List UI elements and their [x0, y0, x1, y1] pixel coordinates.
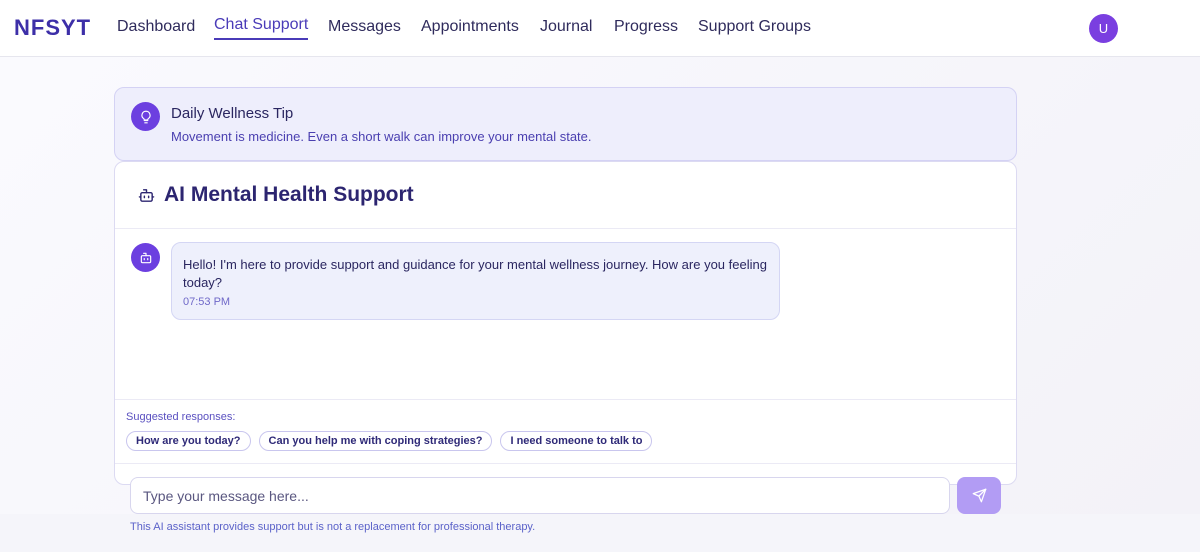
top-navigation: NFSYT Dashboard Chat Support Messages Ap…	[0, 0, 1200, 57]
app-logo[interactable]: NFSYT	[14, 15, 91, 41]
send-icon	[972, 488, 987, 503]
suggested-responses: Suggested responses: How are you today? …	[115, 399, 1016, 464]
robot-icon	[138, 187, 155, 209]
chat-panel: AI Mental Health Support Hello! I'm here…	[114, 161, 1017, 485]
message-timestamp: 07:53 PM	[183, 296, 231, 308]
chat-header: AI Mental Health Support	[115, 162, 1016, 229]
nav-progress[interactable]: Progress	[614, 18, 678, 40]
send-button[interactable]	[957, 477, 1001, 514]
daily-wellness-tip-card: Daily Wellness Tip Movement is medicine.…	[114, 87, 1017, 161]
message-text: Hello! I'm here to provide support and g…	[183, 257, 767, 290]
suggestion-chip[interactable]: Can you help me with coping strategies?	[258, 431, 493, 451]
user-avatar[interactable]: U	[1089, 14, 1118, 43]
nav-journal[interactable]: Journal	[540, 18, 592, 40]
disclaimer-text: This AI assistant provides support but i…	[130, 521, 536, 533]
suggestion-chips: How are you today? Can you help me with …	[126, 431, 653, 451]
chat-title: AI Mental Health Support	[164, 183, 414, 206]
nav-chat-support[interactable]: Chat Support	[214, 16, 309, 40]
tip-text: Movement is medicine. Even a short walk …	[171, 129, 592, 144]
nav-support-groups[interactable]: Support Groups	[698, 18, 811, 40]
nav-messages[interactable]: Messages	[328, 18, 401, 40]
suggestion-chip[interactable]: How are you today?	[126, 431, 251, 451]
tip-title: Daily Wellness Tip	[171, 105, 294, 122]
bot-avatar	[131, 243, 160, 272]
bot-message-bubble: Hello! I'm here to provide support and g…	[171, 242, 780, 320]
suggestion-chip[interactable]: I need someone to talk to	[500, 431, 653, 451]
nav-dashboard[interactable]: Dashboard	[117, 18, 195, 40]
lightbulb-icon	[131, 102, 160, 131]
suggestions-label: Suggested responses:	[126, 411, 236, 423]
nav-appointments[interactable]: Appointments	[421, 18, 519, 40]
message-input[interactable]	[130, 477, 950, 514]
